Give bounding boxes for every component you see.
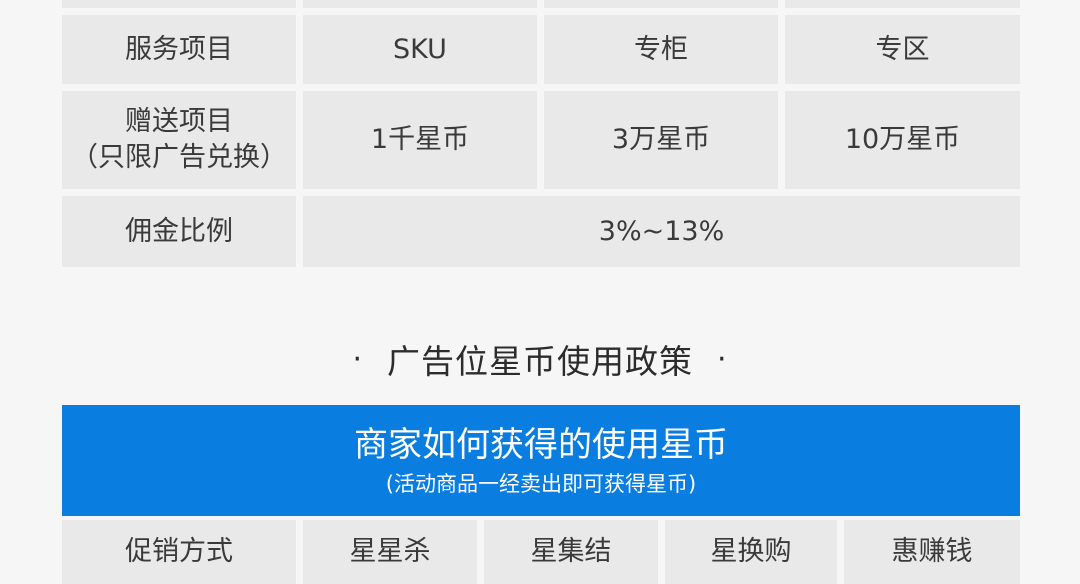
cell-text: 星换购 [710, 536, 792, 567]
cell-text: 促销方式 [125, 536, 233, 567]
cell-text: 星集结 [530, 536, 612, 567]
table-cell [544, 0, 778, 8]
cell-text: 3万星币 [611, 124, 711, 155]
table-cell [785, 0, 1020, 8]
section-title: 广告位星币使用政策 [387, 342, 693, 381]
cell-text: 3%~13% [598, 215, 725, 247]
row-label-text: 佣金比例 [125, 215, 233, 247]
row-label-gift: 赠送项目 （只限广告兑换） [62, 91, 296, 189]
cell-text: SKU [393, 33, 447, 65]
row-label-service: 服务项目 [62, 15, 296, 84]
table-cell-counter: 专柜 [544, 15, 778, 84]
table-cell-gift-counter: 3万星币 [544, 91, 778, 189]
row-label-text: 服务项目 [125, 33, 233, 65]
bullet-left: · [352, 341, 363, 377]
table-cell-gift-zone: 10万星币 [785, 91, 1020, 189]
header-cell-star-exchange: 星换购 [665, 520, 837, 584]
banner-title: 商家如何获得的使用星币 [354, 424, 728, 465]
table-cell [303, 0, 537, 8]
section-heading: · 广告位星币使用政策 · [0, 334, 1080, 384]
cell-text: 1千星币 [370, 124, 470, 155]
cell-text: 10万星币 [844, 124, 961, 155]
table-cell-sku: SKU [303, 15, 537, 84]
table-cell-gift-sku: 1千星币 [303, 91, 537, 189]
cell-text: 星星杀 [349, 536, 431, 567]
header-cell-promotion: 促销方式 [62, 520, 296, 584]
header-cell-star-gather: 星集结 [484, 520, 658, 584]
table-cell-commission-rate: 3%~13% [303, 196, 1020, 267]
row-label-note: （只限广告兑换） [71, 142, 287, 173]
bullet-right: · [717, 341, 728, 377]
table-cell [62, 0, 296, 8]
row-label-text: 赠送项目 [125, 106, 233, 137]
header-cell-star-kill: 星星杀 [303, 520, 477, 584]
cell-text: 惠赚钱 [891, 536, 973, 567]
header-cell-earn: 惠赚钱 [844, 520, 1020, 584]
cell-text: 专区 [875, 33, 930, 65]
table-cell-zone: 专区 [785, 15, 1020, 84]
row-label-commission: 佣金比例 [62, 196, 296, 267]
info-banner: 商家如何获得的使用星币 (活动商品一经卖出即可获得星币) [62, 405, 1020, 516]
cell-text: 专柜 [634, 33, 688, 65]
banner-subtitle: (活动商品一经卖出即可获得星币) [385, 471, 697, 496]
